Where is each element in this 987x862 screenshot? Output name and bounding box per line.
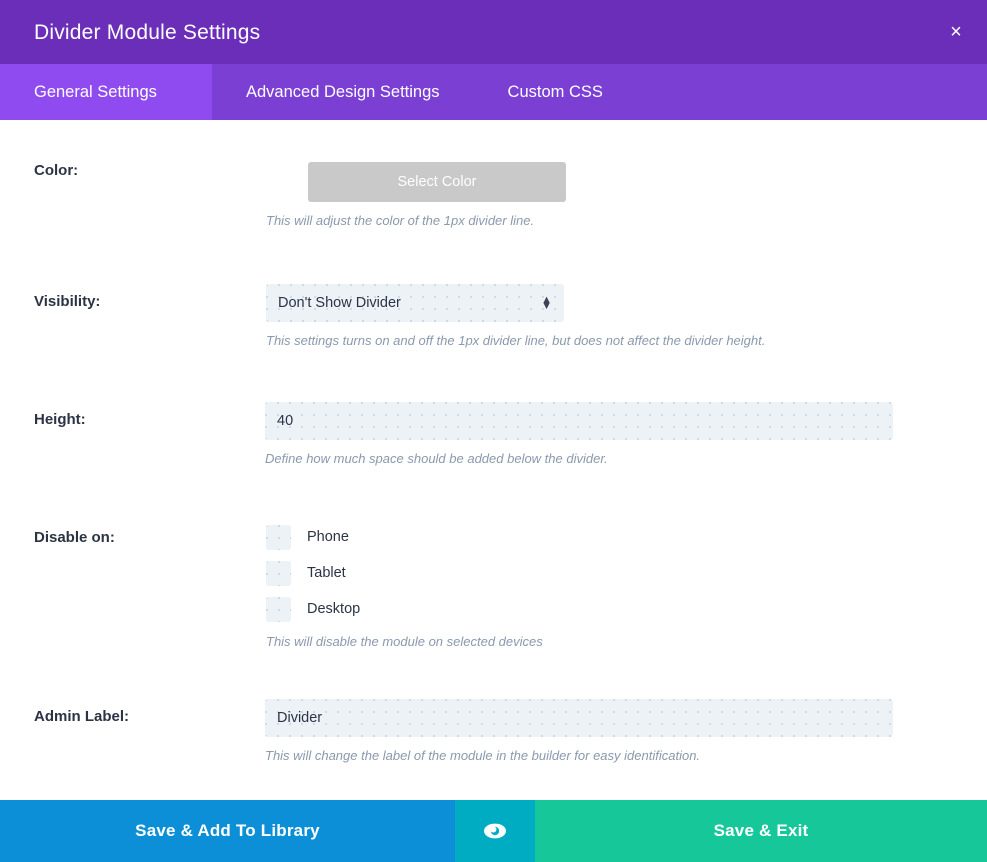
label-height: Height: [0, 402, 265, 429]
checkbox-row-tablet: Tablet [266, 561, 893, 586]
select-color-button[interactable]: Select Color [308, 162, 566, 202]
field-row-height: Height: 40 Define how much space should … [0, 350, 987, 468]
modal-titlebar: Divider Module Settings × [0, 0, 987, 64]
tab-bar: General Settings Advanced Design Setting… [0, 64, 987, 120]
color-picker-group: Select Color [266, 162, 893, 202]
checkbox-desktop[interactable] [266, 597, 291, 622]
field-height: 40 Define how much space should be added… [265, 402, 987, 468]
close-icon[interactable]: × [925, 0, 987, 64]
field-color: Select Color This will adjust the color … [266, 162, 987, 230]
description-visibility: This settings turns on and off the 1px d… [266, 332, 893, 350]
description-admin-label: This will change the label of the module… [265, 747, 893, 765]
label-color: Color: [0, 162, 266, 180]
label-visibility: Visibility: [0, 284, 266, 311]
height-input[interactable]: 40 [265, 402, 893, 440]
save-exit-button[interactable]: Save & Exit [535, 800, 987, 862]
field-disable-on: Phone Tablet Desktop This will disable t… [266, 525, 987, 651]
page-title: Divider Module Settings [0, 22, 260, 43]
tab-advanced-design-settings[interactable]: Advanced Design Settings [212, 64, 474, 120]
checkbox-tablet[interactable] [266, 561, 291, 586]
eye-icon [481, 821, 509, 841]
field-row-disable-on: Disable on: Phone Tablet Desktop This wi… [0, 469, 987, 651]
visibility-select[interactable]: Don't Show Divider ▲▼ [266, 284, 564, 322]
description-color: This will adjust the color of the 1px di… [266, 212, 893, 230]
label-disable-on: Disable on: [0, 525, 266, 547]
field-row-visibility: Visibility: Don't Show Divider ▲▼ This s… [0, 230, 987, 350]
checkbox-label-tablet[interactable]: Tablet [307, 566, 346, 581]
checkbox-row-phone: Phone [266, 525, 893, 550]
visibility-select-value: Don't Show Divider [278, 295, 401, 311]
description-height: Define how much space should be added be… [265, 450, 893, 468]
field-visibility: Don't Show Divider ▲▼ This settings turn… [266, 284, 987, 350]
field-admin-label: Divider This will change the label of th… [265, 699, 987, 765]
field-row-color: Color: Select Color This will adjust the… [0, 120, 987, 230]
color-swatch[interactable] [266, 162, 308, 202]
field-row-admin-label: Admin Label: Divider This will change th… [0, 651, 987, 765]
settings-form: Color: Select Color This will adjust the… [0, 120, 987, 800]
checkbox-label-phone[interactable]: Phone [307, 530, 349, 545]
checkbox-phone[interactable] [266, 525, 291, 550]
checkbox-label-desktop[interactable]: Desktop [307, 602, 360, 617]
chevron-updown-icon: ▲▼ [541, 297, 552, 309]
preview-button[interactable] [455, 800, 535, 862]
admin-label-input[interactable]: Divider [265, 699, 893, 737]
tab-general-settings[interactable]: General Settings [0, 64, 212, 120]
description-disable-on: This will disable the module on selected… [266, 633, 893, 651]
action-bar: Save & Add To Library Save & Exit [0, 800, 987, 862]
checkbox-row-desktop: Desktop [266, 597, 893, 622]
label-admin-label: Admin Label: [0, 699, 265, 726]
save-add-to-library-button[interactable]: Save & Add To Library [0, 800, 455, 862]
tab-custom-css[interactable]: Custom CSS [474, 64, 637, 120]
